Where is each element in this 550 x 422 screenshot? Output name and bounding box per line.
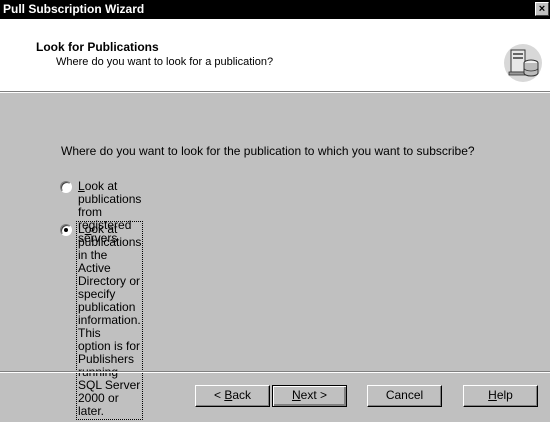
mnemonic-n: N (291, 388, 301, 402)
title-bar[interactable]: Pull Subscription Wizard × (0, 0, 550, 19)
radio-registered-servers[interactable] (60, 181, 72, 193)
radio-active-directory[interactable] (60, 224, 72, 236)
help-label: elp (496, 388, 513, 402)
close-icon: × (538, 3, 546, 15)
page-subtitle: Where do you want to look for a publicat… (56, 56, 274, 68)
mnemonic-l: L (78, 179, 85, 193)
back-label: ack (232, 388, 252, 402)
next-button[interactable]: Next > (272, 385, 347, 407)
radio-selected-dot (64, 228, 68, 232)
back-button[interactable]: < Back (195, 385, 270, 407)
question-text: Where do you want to look for the public… (61, 144, 475, 158)
option-label-line2: option is for Publishers running SQL Ser… (78, 339, 141, 418)
wizard-window: Pull Subscription Wizard × Look for Publ… (0, 0, 550, 422)
help-button[interactable]: Help (463, 385, 538, 407)
option-label-prefix: L (78, 222, 85, 236)
database-server-icon (504, 44, 542, 82)
header-divider (0, 92, 550, 93)
cancel-button[interactable]: Cancel (367, 385, 442, 407)
mnemonic-h: H (488, 388, 497, 402)
close-button[interactable]: × (535, 2, 549, 16)
cancel-label: Cancel (385, 388, 424, 402)
next-label: ext > (300, 388, 328, 402)
option-active-directory-label[interactable]: Look at publications in the Active Direc… (75, 221, 144, 420)
option-label-text: ok at publications in the Active Directo… (78, 222, 142, 340)
back-arrow: < (213, 388, 225, 402)
page-title: Look for Publications (36, 40, 159, 54)
wizard-header: Look for Publications Where do you want … (0, 19, 550, 92)
window-title: Pull Subscription Wizard (3, 2, 145, 16)
footer-divider-highlight (0, 372, 550, 373)
